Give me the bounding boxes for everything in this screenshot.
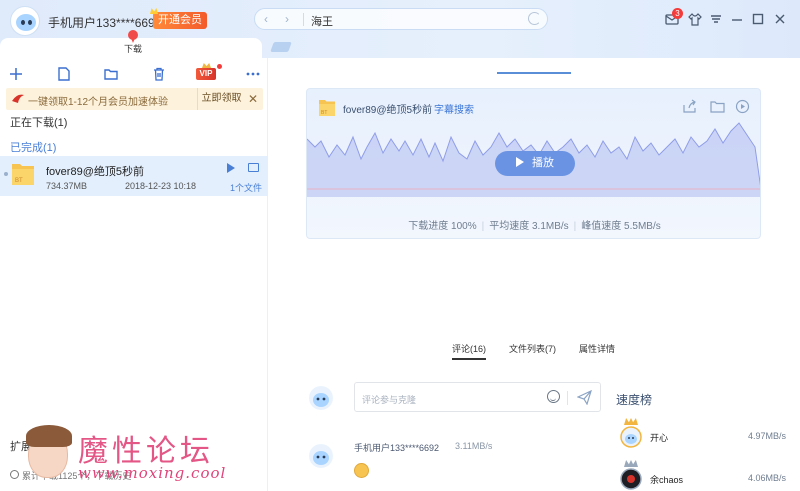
ranking-row[interactable]: 开心 4.97MB/s bbox=[620, 418, 790, 450]
task-detail-card: BT fover89@绝顶5秒前 字幕搜索 播放 下载进度 100% | 平均速度 … bbox=[306, 88, 761, 239]
ranking-name: 开心 bbox=[650, 433, 669, 443]
file-icon[interactable] bbox=[56, 66, 72, 82]
send-icon[interactable] bbox=[577, 390, 592, 405]
vip-icon[interactable]: VIP bbox=[196, 64, 222, 80]
claim-button[interactable]: 立即领取 bbox=[197, 88, 245, 110]
file-count-link[interactable]: 1个文件 bbox=[230, 181, 262, 194]
stat-divider: | bbox=[481, 221, 485, 232]
comment-username[interactable]: 手机用户133****6692 bbox=[354, 441, 439, 454]
input-divider bbox=[567, 391, 568, 405]
tab-download-label[interactable]: 下载 bbox=[124, 42, 142, 55]
download-history-text[interactable]: 累计下载1125个，下载历史 bbox=[22, 469, 131, 482]
ranking-avatar bbox=[620, 468, 642, 490]
speed-ranking-title: 速度榜 bbox=[616, 393, 653, 407]
share-icon[interactable] bbox=[682, 99, 697, 114]
subtitle-search-link[interactable]: 字幕搜索 bbox=[434, 101, 474, 116]
address-bar[interactable]: ‹ › 海王 bbox=[254, 8, 548, 30]
menu-icon[interactable] bbox=[708, 11, 724, 27]
clock-icon bbox=[10, 470, 19, 479]
bird-icon bbox=[12, 94, 24, 103]
bt-file-icon: BT bbox=[319, 100, 335, 116]
open-folder-icon[interactable] bbox=[248, 163, 259, 172]
silver-crown-icon bbox=[624, 460, 638, 467]
delete-icon[interactable] bbox=[151, 66, 167, 82]
downloading-section[interactable]: 正在下载(1) bbox=[10, 114, 67, 130]
title-bar: 手机用户133****6692 开通会员 ‹ › 海王 3 下载 bbox=[0, 0, 800, 58]
forward-icon[interactable]: › bbox=[285, 12, 289, 26]
search-query[interactable]: 海王 bbox=[311, 13, 333, 29]
comment-input[interactable]: 评论参与克隆 bbox=[354, 382, 601, 412]
comment-placeholder: 评论参与克隆 bbox=[362, 395, 417, 405]
promo-banner: 一键领取1-12个月会员加速体验 立即领取 ✕ bbox=[6, 88, 263, 110]
ranking-name: 余chaos bbox=[650, 475, 684, 485]
tab-file-list[interactable]: 文件列表(7) bbox=[509, 342, 556, 355]
commenter-avatar[interactable] bbox=[308, 443, 334, 469]
folder-icon[interactable] bbox=[710, 99, 725, 114]
maximize-icon[interactable] bbox=[750, 11, 766, 27]
download-list-panel: VIP 一键领取1-12个月会员加速体验 立即领取 ✕ 正在下载(1) 已完成(… bbox=[0, 58, 268, 491]
completed-section[interactable]: 已完成(1) bbox=[10, 139, 56, 155]
username[interactable]: 手机用户133****6692 bbox=[48, 14, 161, 31]
folder-icon[interactable] bbox=[103, 66, 119, 82]
close-icon[interactable] bbox=[772, 11, 788, 27]
tab-other[interactable] bbox=[270, 42, 292, 52]
open-vip-button[interactable]: 开通会员 bbox=[153, 12, 207, 29]
stat-divider: | bbox=[573, 221, 577, 232]
task-title: fover89@绝顶5秒前 bbox=[343, 105, 433, 116]
bt-file-icon: BT bbox=[12, 164, 34, 185]
ranking-row[interactable]: 余chaos 4.06MB/s bbox=[620, 460, 790, 491]
ranking-speed: 4.06MB/s bbox=[747, 473, 786, 483]
gold-crown-icon bbox=[624, 418, 638, 425]
loading-indicator bbox=[497, 72, 571, 74]
extension-area: 扩展箱 累计下载1125个，下载历史 bbox=[0, 434, 268, 491]
tab-properties[interactable]: 属性详情 bbox=[579, 342, 615, 355]
smiley-emoji-icon bbox=[354, 463, 369, 478]
row-status-dot bbox=[4, 172, 8, 176]
play-icon[interactable] bbox=[227, 163, 235, 173]
add-task-icon[interactable] bbox=[8, 66, 24, 82]
stat-peak-speed: 峰值速度 5.5MB/s bbox=[581, 221, 661, 232]
comment-speed: 3.11MB/s bbox=[455, 441, 493, 451]
avatar-eye bbox=[21, 20, 25, 25]
emoji-icon[interactable] bbox=[547, 390, 560, 403]
promo-close-icon[interactable]: ✕ bbox=[248, 92, 258, 106]
avatar-face bbox=[16, 14, 36, 31]
bt-label: BT bbox=[321, 110, 327, 116]
back-icon[interactable]: ‹ bbox=[264, 12, 268, 26]
stat-progress: 下载进度 100% bbox=[408, 221, 477, 232]
address-separator bbox=[303, 13, 304, 26]
tab-comments[interactable]: 评论(16) bbox=[452, 342, 487, 360]
minimize-icon[interactable] bbox=[729, 11, 745, 27]
more-icon[interactable] bbox=[245, 66, 261, 82]
play-circle-icon[interactable] bbox=[735, 99, 750, 114]
play-button-label: 播放 bbox=[532, 157, 554, 169]
file-name[interactable]: fover89@绝顶5秒前 bbox=[46, 163, 144, 179]
avatar-eye bbox=[28, 20, 32, 25]
skin-icon[interactable] bbox=[687, 11, 703, 27]
file-size: 734.37MB bbox=[46, 181, 88, 191]
download-stats: 下载进度 100% | 平均速度 3.1MB/s | 峰值速度 5.5MB/s bbox=[307, 217, 760, 232]
ranking-avatar bbox=[620, 426, 642, 448]
stat-average-speed: 平均速度 3.1MB/s bbox=[489, 221, 569, 232]
my-avatar bbox=[309, 386, 333, 410]
promo-text: 一键领取1-12个月会员加速体验 bbox=[28, 97, 169, 108]
user-avatar[interactable] bbox=[10, 6, 40, 36]
ranking-speed: 4.97MB/s bbox=[747, 431, 786, 441]
play-icon bbox=[516, 157, 524, 167]
extension-title[interactable]: 扩展箱 bbox=[10, 438, 43, 454]
file-date: 2018-12-23 10:18 bbox=[125, 181, 197, 191]
play-button[interactable]: 播放 bbox=[495, 151, 575, 176]
refresh-icon[interactable] bbox=[528, 12, 541, 25]
bt-label: BT bbox=[15, 178, 23, 184]
message-count-badge: 3 bbox=[672, 8, 683, 19]
